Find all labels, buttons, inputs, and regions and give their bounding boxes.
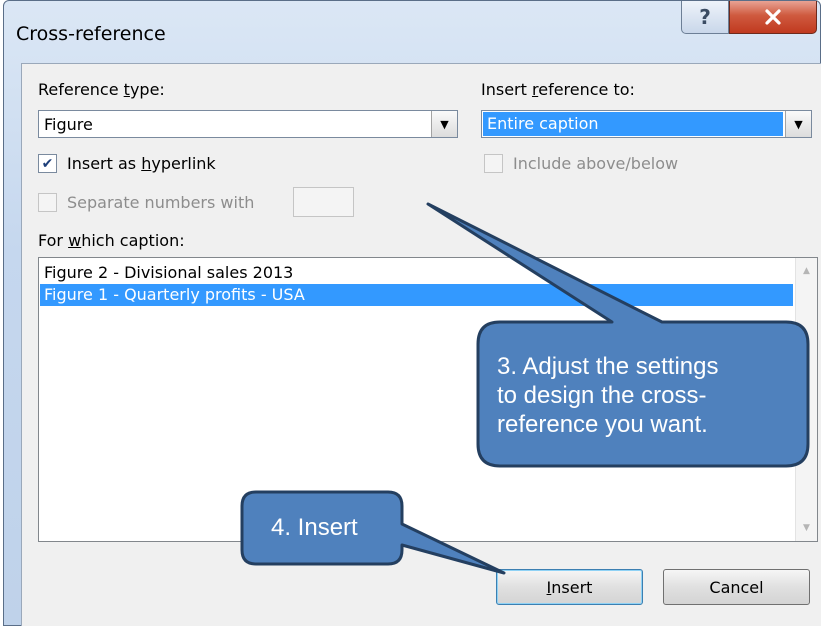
step3-annotation: 3. Adjust the settings to design the cro… (497, 352, 718, 439)
caption-accelerator: w (68, 231, 82, 250)
reference-type-value: Figure (44, 115, 93, 134)
checkmark-icon: ✔ (41, 155, 54, 172)
hyperlink-label-text: Insert as (67, 154, 142, 173)
dialog-title: Cross-reference (16, 23, 166, 45)
hyperlink-accelerator: h (141, 154, 152, 173)
insert-reference-to-dropdown[interactable]: Entire caption ▼ (481, 110, 812, 138)
caption-label-rest: hich caption: (81, 231, 185, 250)
cross-reference-dialog: Cross-reference ? Reference type: Figure… (3, 0, 821, 626)
insert-reference-label-rest: eference to: (538, 80, 635, 99)
insert-button-label: nsert (551, 577, 593, 597)
cancel-button[interactable]: Cancel (663, 569, 810, 605)
vertical-scrollbar[interactable]: ▲ ▼ (795, 258, 817, 541)
reference-type-label-text: Reference (38, 80, 124, 99)
separator-input[interactable] (293, 187, 354, 217)
reference-type-label: Reference type: (38, 80, 165, 99)
step3-line-3: reference you want. (497, 411, 708, 438)
separate-numbers-checkbox[interactable] (38, 193, 57, 212)
reference-type-label-rest: ype: (129, 80, 165, 99)
list-item[interactable]: Figure 2 - Divisional sales 2013 (40, 262, 793, 284)
for-which-caption-label: For which caption: (38, 231, 185, 250)
reference-type-dropdown[interactable]: Figure ▼ (38, 110, 458, 138)
title-bar[interactable]: Cross-reference ? (4, 1, 820, 63)
step4-annotation: 4. Insert (271, 514, 358, 541)
close-icon (765, 9, 781, 25)
include-above-below-checkbox[interactable] (484, 154, 503, 173)
chevron-down-icon[interactable]: ▼ (785, 111, 811, 137)
separate-numbers-label: Separate numbers with (67, 193, 255, 212)
insert-reference-label-text: Insert (481, 80, 532, 99)
help-button[interactable]: ? (681, 1, 729, 34)
insert-reference-to-value: Entire caption (483, 112, 783, 136)
scroll-up-icon[interactable]: ▲ (796, 260, 817, 282)
question-mark-icon: ? (699, 5, 711, 29)
dialog-body: Reference type: Figure ▼ Insert referenc… (21, 63, 821, 626)
step3-line-2: to design the cross- (497, 382, 707, 409)
insert-button[interactable]: Insert (496, 569, 643, 605)
chevron-down-icon[interactable]: ▼ (431, 111, 457, 137)
hyperlink-label-rest: yperlink (151, 154, 216, 173)
insert-as-hyperlink-label[interactable]: Insert as hyperlink (67, 154, 216, 173)
caption-label-text: For (38, 231, 69, 250)
insert-as-hyperlink-checkbox[interactable]: ✔ (38, 154, 57, 173)
include-above-below-label: Include above/below (513, 154, 679, 173)
insert-reference-to-label: Insert reference to: (481, 80, 635, 99)
scroll-down-icon[interactable]: ▼ (796, 517, 817, 539)
close-button[interactable] (729, 1, 817, 34)
step3-line-1: 3. Adjust the settings (497, 353, 719, 380)
list-item-selected[interactable]: Figure 1 - Quarterly profits - USA (40, 284, 793, 306)
